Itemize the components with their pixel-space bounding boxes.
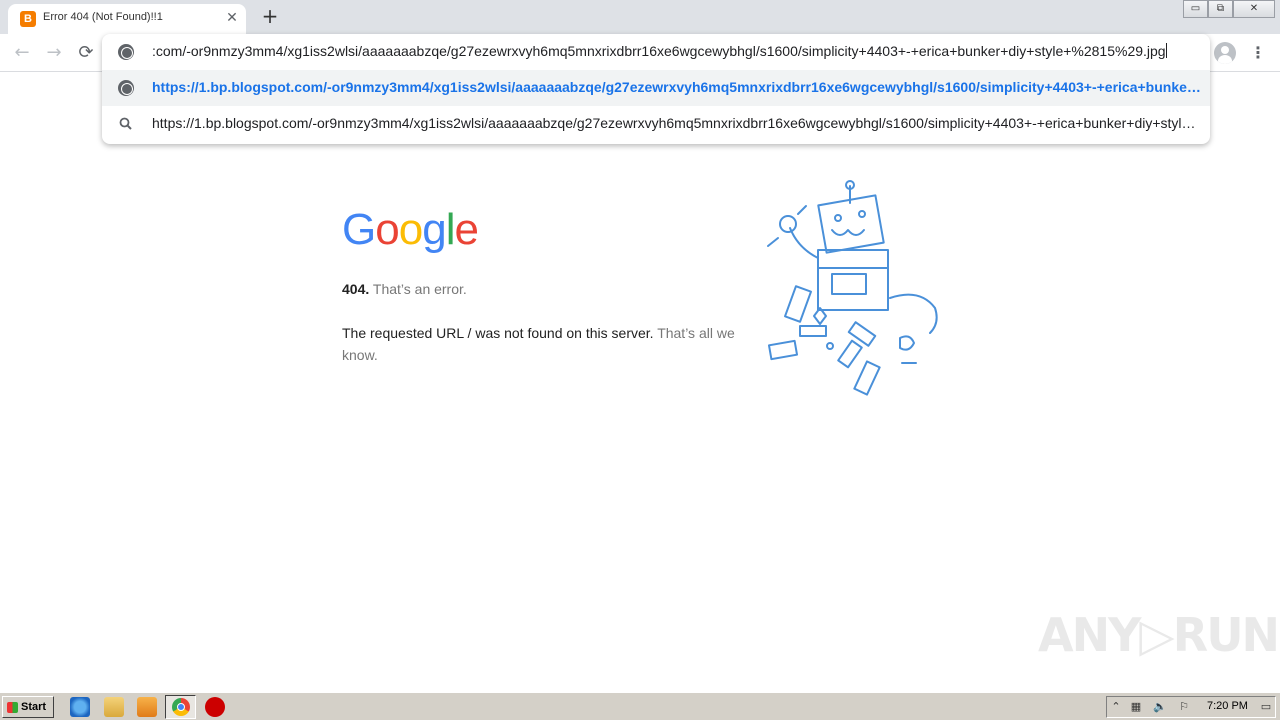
error-code: 404.	[342, 281, 370, 297]
stop-icon[interactable]	[205, 697, 225, 717]
tab-error-404[interactable]: B Error 404 (Not Found)!!1 ✕	[8, 4, 246, 34]
search-icon	[118, 116, 134, 132]
profile-avatar-icon[interactable]	[1214, 42, 1236, 64]
logo-letter: G	[342, 205, 376, 254]
suggestion-url[interactable]: https://1.bp.blogspot.com/-or9nmzy3mm4/x…	[102, 70, 1210, 106]
restore-icon: ⧉	[1216, 3, 1225, 14]
error-heading: 404. That’s an error.	[342, 281, 742, 297]
logo-letter: l	[445, 205, 456, 254]
globe-icon	[118, 44, 134, 60]
start-button[interactable]: Start	[2, 696, 54, 718]
broken-robot-icon	[767, 180, 938, 396]
clock[interactable]: 7:20 PM	[1207, 700, 1248, 712]
suggestion-text: https://1.bp.blogspot.com/-or9nmzy3mm4/x…	[152, 115, 1202, 131]
address-bar[interactable]: :com/-or9nmzy3mm4/xg1iss2wlsi/aaaaaaabzq…	[102, 34, 1210, 70]
error-message: The requested URL / was not found on thi…	[342, 322, 742, 366]
blogger-icon: B	[20, 11, 36, 27]
reload-button[interactable]: ⟳	[74, 41, 98, 65]
back-button[interactable]: ←	[10, 41, 34, 65]
restore-button[interactable]: ⧉	[1208, 0, 1233, 18]
omnibox-dropdown: :com/-or9nmzy3mm4/xg1iss2wlsi/aaaaaaabzq…	[102, 34, 1210, 144]
new-tab-button[interactable]: +	[258, 5, 282, 29]
forward-button[interactable]: →	[42, 41, 66, 65]
message-main: The requested URL / was not found on thi…	[342, 325, 654, 341]
chrome-taskbar-button[interactable]	[165, 695, 196, 719]
logo-letter: e	[454, 205, 479, 254]
show-desktop-icon[interactable]: ▭	[1259, 700, 1273, 714]
logo-letter: o	[375, 205, 400, 254]
anyrun-watermark: ANY▷RUN	[1038, 608, 1280, 662]
tab-title: Error 404 (Not Found)!!1	[43, 11, 163, 23]
logo-letter: o	[398, 205, 424, 254]
minimize-button[interactable]: ▭	[1183, 0, 1208, 18]
media-player-icon[interactable]	[137, 697, 157, 717]
volume-icon[interactable]: 🔈	[1153, 700, 1167, 714]
internet-explorer-icon[interactable]	[70, 697, 90, 717]
close-window-button[interactable]: ✕	[1233, 0, 1275, 18]
globe-icon	[118, 80, 134, 96]
folder-icon[interactable]	[104, 697, 124, 717]
error-content: Google 404. That’s an error. The request…	[342, 205, 742, 366]
minimize-icon: ▭	[1190, 3, 1201, 14]
address-input[interactable]: :com/-or9nmzy3mm4/xg1iss2wlsi/aaaaaaabzq…	[152, 43, 1188, 59]
tab-close-icon[interactable]: ✕	[224, 10, 240, 26]
suggestion-search[interactable]: https://1.bp.blogspot.com/-or9nmzy3mm4/x…	[102, 106, 1210, 142]
tab-strip: B Error 404 (Not Found)!!1 ✕ + ▭ ⧉ ✕	[0, 0, 1280, 34]
menu-icon[interactable]: ⋮	[1250, 42, 1266, 64]
logo-letter: g	[422, 205, 447, 254]
network-icon[interactable]: ▦	[1129, 700, 1143, 714]
close-icon: ✕	[1249, 3, 1259, 14]
flag-icon[interactable]: ⚐	[1177, 700, 1191, 714]
google-logo: Google	[342, 205, 742, 259]
show-hidden-icons-icon[interactable]: ⌃	[1109, 700, 1123, 714]
browser-window: B Error 404 (Not Found)!!1 ✕ + ▭ ⧉ ✕ ← →…	[0, 0, 1280, 692]
taskbar: Start ⌃ ▦ 🔈 ⚐ 7:20 PM ▭	[0, 692, 1280, 720]
chrome-icon	[172, 698, 190, 716]
suggestion-text: https://1.bp.blogspot.com/-or9nmzy3mm4/x…	[152, 79, 1202, 95]
system-tray: ⌃ ▦ 🔈 ⚐ 7:20 PM ▭	[1106, 696, 1276, 718]
error-text: That’s an error.	[372, 281, 467, 297]
